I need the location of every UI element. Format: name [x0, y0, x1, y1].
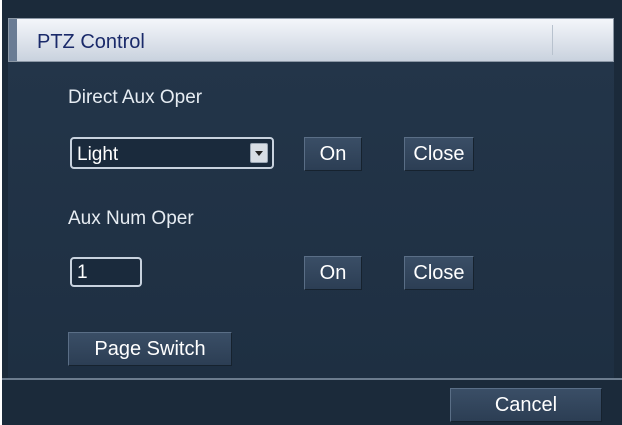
aux-num-close-button[interactable]: Close [404, 256, 474, 290]
aux-num-input[interactable]: 1 [70, 257, 142, 287]
dialog-title: PTZ Control [37, 31, 145, 53]
page-switch-button[interactable]: Page Switch [68, 332, 232, 366]
aux-num-value: 1 [77, 262, 88, 283]
title-bar: PTZ Control [8, 18, 614, 62]
main-panel: Direct Aux Oper Light On Close Aux Num O… [8, 62, 614, 378]
aux-function-select[interactable]: Light [70, 137, 274, 169]
title-accent [9, 19, 17, 61]
direct-aux-label: Direct Aux Oper [68, 87, 203, 108]
direct-aux-on-button[interactable]: On [304, 137, 362, 171]
ptz-control-dialog: PTZ Control Direct Aux Oper Light On Clo… [2, 0, 622, 425]
direct-aux-close-button[interactable]: Close [404, 137, 474, 171]
footer-bar: Cancel [2, 378, 622, 425]
title-divider [552, 25, 553, 55]
aux-num-label: Aux Num Oper [68, 208, 194, 229]
cancel-button[interactable]: Cancel [450, 388, 602, 422]
chevron-down-icon[interactable] [250, 143, 268, 163]
aux-function-value: Light [77, 144, 119, 165]
aux-num-on-button[interactable]: On [304, 256, 362, 290]
